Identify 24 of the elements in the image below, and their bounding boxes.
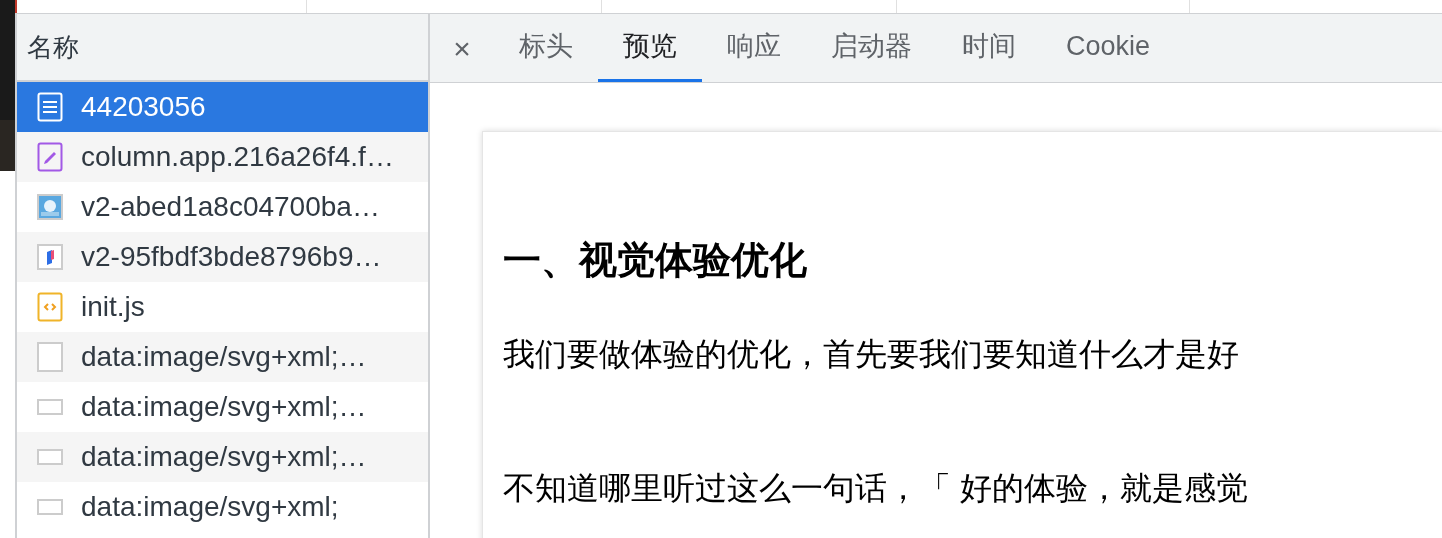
tab[interactable]: 标头 <box>494 14 598 82</box>
blank-file-icon <box>37 342 63 372</box>
section-heading: 一、视觉体验优化 <box>503 238 808 283</box>
image-thumbnail-icon <box>37 399 63 415</box>
request-row[interactable]: column.app.216a26f4.f… <box>17 132 428 182</box>
name-column-header: 名称 <box>17 14 428 82</box>
pen-icon <box>37 142 63 172</box>
close-button[interactable]: × <box>430 14 494 82</box>
tab[interactable]: Cookie <box>1041 14 1176 82</box>
image-thumbnail-icon <box>37 499 63 515</box>
tab[interactable]: 时间 <box>937 14 1041 82</box>
document-icon <box>37 92 63 122</box>
image-thumbnail-icon <box>37 449 63 465</box>
script-icon <box>37 292 63 322</box>
request-row[interactable]: 44203056 <box>17 82 428 132</box>
request-row[interactable]: data:image/svg+xml;… <box>17 332 428 382</box>
paragraph: 我们要做体验的优化，首先要我们要知道什么才是好 <box>503 335 1240 374</box>
image-thumbnail-icon <box>37 244 63 270</box>
tab[interactable]: 响应 <box>702 14 806 82</box>
request-row[interactable]: data:image/svg+xml;… <box>17 432 428 482</box>
paragraph: 不知道哪里听过这么一句话，「 好的体验，就是感觉 <box>503 469 1249 508</box>
tab[interactable]: 启动器 <box>806 14 937 82</box>
request-row[interactable]: v2-95fbdf3bde8796b9… <box>17 232 428 282</box>
image-thumbnail-icon <box>37 194 63 220</box>
